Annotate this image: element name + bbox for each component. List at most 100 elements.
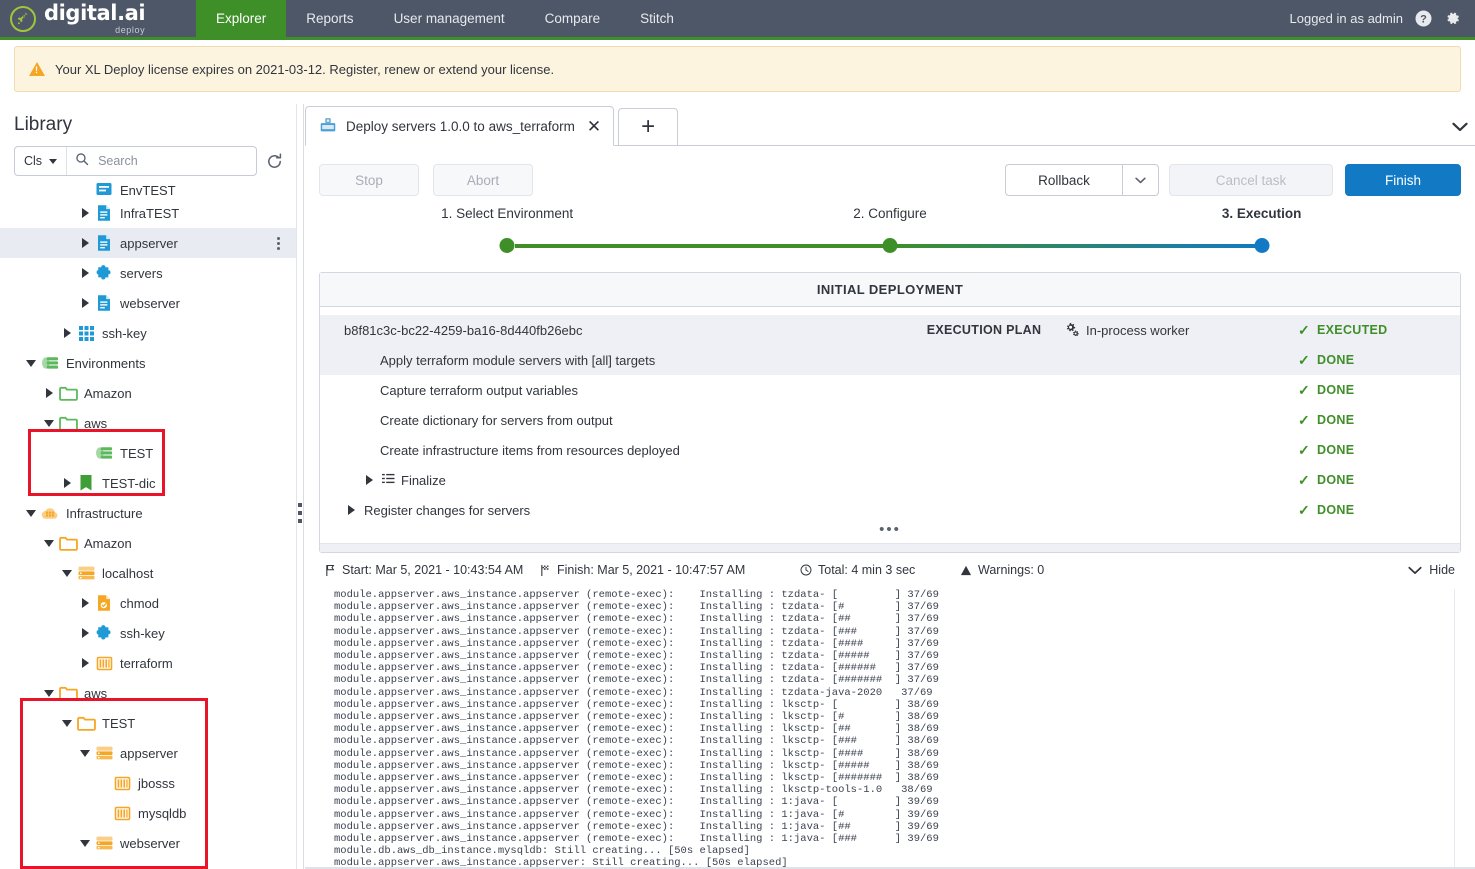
stepper-dot-3[interactable] <box>1254 238 1270 253</box>
nav-item-explorer[interactable]: Explorer <box>196 0 287 37</box>
nav-item-compare[interactable]: Compare <box>525 0 621 37</box>
chevron-right-icon[interactable] <box>60 328 74 338</box>
license-warning-banner: Your XL Deploy license expires on 2021-0… <box>14 46 1461 92</box>
row-context-menu-icon[interactable] <box>277 235 280 252</box>
stepper-label-1[interactable]: 1. Select Environment <box>441 206 573 221</box>
add-tab-button[interactable]: + <box>618 108 679 146</box>
chevron-right-icon[interactable] <box>78 298 92 308</box>
execution-row[interactable]: Create dictionary for servers from outpu… <box>320 405 1460 435</box>
tree-item-ssh-key[interactable]: ssh-key <box>0 318 296 348</box>
nav-item-user-management[interactable]: User management <box>374 0 525 37</box>
gear-icon[interactable] <box>1444 10 1461 27</box>
execution-row[interactable]: Capture terraform output variables ✓ DONE <box>320 375 1460 405</box>
check-icon: ✓ <box>1298 501 1311 518</box>
chevron-right-icon[interactable] <box>42 388 56 398</box>
chevron-right-icon[interactable] <box>78 208 92 218</box>
chevron-right-icon[interactable] <box>78 268 92 278</box>
execution-more-dots[interactable]: ••• <box>320 522 1460 543</box>
tree-item-test-dic[interactable]: TEST-dic <box>0 468 296 498</box>
tree-item-terraform[interactable]: terraform <box>0 648 296 678</box>
tree-item-amazon[interactable]: Amazon <box>0 378 296 408</box>
execution-status-label: DONE <box>1317 443 1355 457</box>
tree-item-ssh-key[interactable]: ssh-key <box>0 618 296 648</box>
stepper-label-3[interactable]: 3. Execution <box>1222 206 1302 221</box>
execution-row[interactable]: Finalize ✓ DONE <box>320 465 1460 495</box>
stepper-label-2[interactable]: 2. Configure <box>853 206 927 221</box>
tree-item-webserver[interactable]: webserver <box>0 288 296 318</box>
log-scrollbar[interactable] <box>1454 589 1461 869</box>
tree-item-test[interactable]: TEST <box>0 438 296 468</box>
tree-item-label: TEST <box>102 715 136 731</box>
tab-overflow-chevron-down-icon[interactable] <box>1445 111 1475 143</box>
nav-item-stitch[interactable]: Stitch <box>620 0 694 37</box>
tree-item-localhost[interactable]: localhost <box>0 558 296 588</box>
rollback-button[interactable]: Rollback <box>1005 164 1123 196</box>
tree-item-infrastructure[interactable]: Infrastructure <box>0 498 296 528</box>
refresh-icon[interactable] <box>265 152 284 171</box>
chevron-down-icon[interactable] <box>24 359 38 367</box>
wizard-stepper: 1. Select Environment 2. Configure 3. Exec… <box>327 206 1453 262</box>
execution-row[interactable]: Apply terraform module servers with [all… <box>320 345 1460 375</box>
execution-footer-bar <box>320 543 1460 552</box>
tree-item-label: ssh-key <box>120 625 165 641</box>
stop-button[interactable]: Stop <box>319 164 419 196</box>
execution-row[interactable]: b8f81c3c-bc22-4259-ba16-8d440fb26ebc EXEC… <box>320 315 1460 345</box>
abort-button[interactable]: Abort <box>433 164 533 196</box>
tree-item-jbosss[interactable]: jbosss <box>0 768 296 798</box>
nav-item-reports[interactable]: Reports <box>286 0 373 37</box>
tree-item-mysqldb[interactable]: mysqldb <box>0 798 296 828</box>
finish-time-label: Finish: Mar 5, 2021 - 10:47:57 AM <box>557 563 746 577</box>
tree-item-appserver[interactable]: appserver <box>0 738 296 768</box>
chevron-down-icon[interactable] <box>78 839 92 847</box>
rollback-dropdown-chevron-down-icon[interactable] <box>1123 164 1159 196</box>
execution-row-name-cell: Apply terraform module servers with [all… <box>344 353 904 368</box>
chevron-down-icon[interactable] <box>24 509 38 517</box>
chevron-down-icon <box>49 158 58 164</box>
execution-row-label: Create infrastructure items from resourc… <box>380 442 680 458</box>
cis-filter-dropdown[interactable]: Cls <box>15 147 68 175</box>
chevron-down-icon[interactable] <box>42 689 56 697</box>
tree-item-appserver[interactable]: appserver <box>0 228 296 258</box>
tab-deploy-servers[interactable]: Deploy servers 1.0.0 to aws_terraform ✕ <box>305 106 615 146</box>
chevron-right-icon[interactable] <box>78 628 92 638</box>
chevron-down-icon[interactable] <box>60 569 74 577</box>
sidebar-splitter[interactable] <box>296 104 304 869</box>
chevron-down-icon[interactable] <box>42 419 56 427</box>
chevron-right-icon[interactable] <box>78 658 92 668</box>
tree-item-aws[interactable]: aws <box>0 678 296 708</box>
chevron-down-icon[interactable] <box>42 539 56 547</box>
stack-icon <box>40 354 60 372</box>
search-input[interactable] <box>96 153 248 169</box>
chevron-right-icon[interactable] <box>78 238 92 248</box>
stepper-dot-1[interactable] <box>499 238 515 253</box>
finish-button[interactable]: Finish <box>1345 164 1461 196</box>
tree-item-servers[interactable]: servers <box>0 258 296 288</box>
folder-icon <box>58 384 78 402</box>
question-circle-icon[interactable]: ? <box>1415 10 1432 27</box>
execution-row[interactable]: Create infrastructure items from resourc… <box>320 435 1460 465</box>
chevron-right-icon[interactable] <box>60 478 74 488</box>
tree-item-webserver[interactable]: webserver <box>0 828 296 858</box>
cancel-task-button[interactable]: Cancel task <box>1169 164 1333 196</box>
log-output-panel[interactable]: module.appserver.aws_instance.appserver … <box>319 589 1461 869</box>
chevron-down-icon[interactable] <box>78 749 92 757</box>
brand-logo[interactable]: digital.ai deploy <box>0 0 196 37</box>
tree-item-environments[interactable]: Environments <box>0 348 296 378</box>
tree-item-infratest[interactable]: InfraTEST <box>0 198 296 228</box>
stepper-dot-2[interactable] <box>882 238 898 253</box>
tree-item-aws[interactable]: aws <box>0 408 296 438</box>
hide-log-button[interactable]: Hide <box>1408 563 1455 577</box>
chevron-right-icon[interactable] <box>78 598 92 608</box>
tree-item-envtest[interactable]: EnvTEST <box>0 182 296 198</box>
warning-triangle-icon <box>960 565 972 575</box>
check-icon: ✓ <box>1298 321 1311 338</box>
chevron-right-icon[interactable] <box>344 505 358 515</box>
tree-item-test[interactable]: TEST <box>0 708 296 738</box>
close-icon[interactable]: ✕ <box>587 118 601 135</box>
execution-plan-label: EXECUTION PLAN <box>926 323 1042 337</box>
tree-item-chmod[interactable]: chmod <box>0 588 296 618</box>
chevron-down-icon[interactable] <box>60 719 74 727</box>
tree-item-amazon[interactable]: Amazon <box>0 528 296 558</box>
execution-row[interactable]: Register changes for servers ✓ DONE <box>320 495 1460 525</box>
chevron-right-icon[interactable] <box>362 475 376 485</box>
